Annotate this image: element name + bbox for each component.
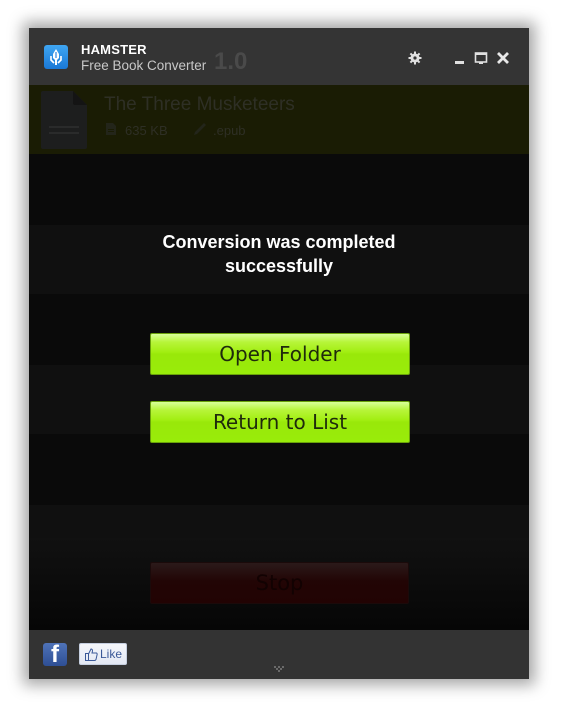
minimize-button[interactable] bbox=[452, 50, 468, 66]
return-to-list-button[interactable]: Return to List bbox=[150, 401, 410, 443]
title-bar[interactable]: HAMSTER Free Book Converter 1.0 bbox=[29, 28, 529, 85]
book-title: The Three Musketeers bbox=[104, 94, 295, 115]
document-icon bbox=[41, 91, 87, 149]
message-line-1: Conversion was completed bbox=[162, 232, 396, 252]
pen-icon bbox=[194, 123, 206, 135]
expand-grip-icon[interactable] bbox=[274, 666, 284, 672]
completion-message: Conversion was completed successfully bbox=[29, 230, 529, 278]
list-row bbox=[29, 434, 529, 505]
settings-button[interactable] bbox=[407, 50, 423, 66]
gear-icon bbox=[408, 51, 422, 65]
close-button[interactable] bbox=[495, 50, 511, 66]
app-window: HAMSTER Free Book Converter 1.0 The Thre… bbox=[29, 28, 529, 679]
open-folder-button[interactable]: Open Folder bbox=[150, 333, 410, 375]
minimize-icon bbox=[455, 61, 464, 64]
restore-icon bbox=[474, 52, 488, 64]
content-area: The Three Musketeers 635 KB .epub Conver… bbox=[29, 85, 529, 630]
list-row bbox=[29, 154, 529, 225]
like-label: Like bbox=[100, 647, 123, 661]
list-row bbox=[29, 505, 529, 538]
app-subtitle: Free Book Converter bbox=[81, 58, 207, 73]
message-line-2: successfully bbox=[224, 256, 334, 276]
close-icon bbox=[497, 52, 509, 64]
facebook-like-button[interactable]: Like bbox=[79, 643, 127, 665]
app-logo-icon bbox=[44, 45, 68, 69]
stop-button[interactable]: Stop bbox=[150, 562, 409, 604]
book-size: 635 KB bbox=[125, 123, 168, 138]
facebook-icon[interactable]: f bbox=[43, 643, 67, 666]
app-version: 1.0 bbox=[214, 48, 248, 75]
book-format: .epub bbox=[213, 123, 246, 138]
footer-bar: f Like bbox=[29, 630, 529, 679]
book-list-item[interactable]: The Three Musketeers 635 KB .epub bbox=[29, 85, 529, 154]
facebook-glyph: f bbox=[51, 643, 59, 666]
app-name: HAMSTER bbox=[81, 42, 147, 57]
file-size-icon bbox=[106, 123, 116, 135]
thumbs-up-icon bbox=[85, 648, 98, 661]
restore-button[interactable] bbox=[473, 50, 489, 66]
